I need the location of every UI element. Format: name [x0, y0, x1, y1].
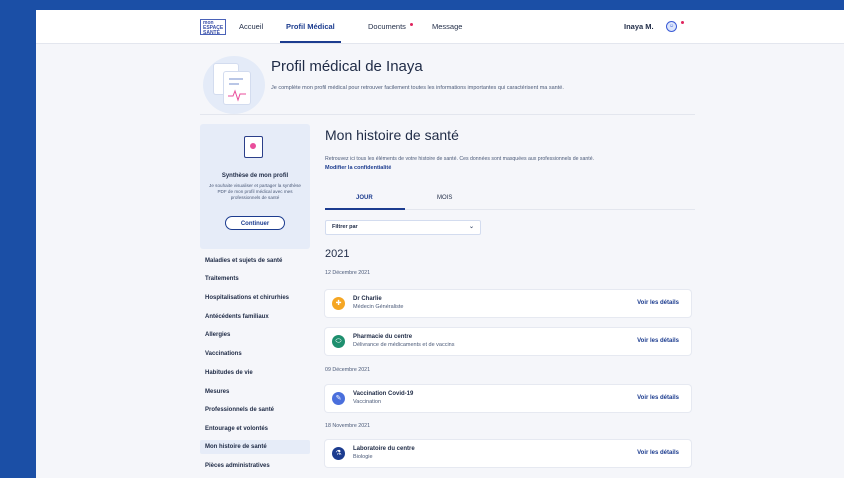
sidebar-item-pieces[interactable]: Pièces administratives	[200, 459, 310, 473]
profile-synthesis-card: Synthèse de mon profil Je souhaite visua…	[200, 124, 310, 249]
event-name: Dr Charlie	[353, 296, 382, 302]
sidebar-item-entourage[interactable]: Entourage et volontés	[200, 422, 310, 436]
top-navigation-bar: mon ESPACE SANTÉ Accueil Profil Médical …	[36, 10, 844, 44]
tab-jour[interactable]: JOUR	[356, 193, 373, 203]
chevron-down-icon: ⌄	[468, 224, 474, 230]
section-description: Retrouvez ici tous les éléments de votre…	[325, 156, 595, 162]
avatar-notification-dot	[681, 21, 684, 24]
syringe-icon: ✎	[332, 392, 345, 405]
history-event-card[interactable]: ⬭ Pharmacie du centre Délivrance de médi…	[325, 328, 691, 355]
sidebar-item-histoire[interactable]: Mon histoire de santé	[200, 440, 310, 454]
history-event-card[interactable]: ✚ Dr Charlie Médecin Généraliste Voir le…	[325, 290, 691, 317]
sidebar-item-traitements[interactable]: Traitements	[200, 272, 310, 286]
synthesis-description: Je souhaite visualiser et partager la sy…	[209, 183, 301, 200]
doctor-icon: ✚	[332, 297, 345, 310]
tab-mois[interactable]: MOIS	[437, 193, 452, 203]
nav-accueil[interactable]: Accueil	[239, 10, 263, 43]
documents-notification-dot	[410, 23, 413, 26]
page-subtitle: Je complète mon profil médical pour retr…	[271, 85, 564, 91]
event-subtitle: Délivrance de médicaments et de vaccins	[353, 342, 455, 348]
nav-message[interactable]: Message	[432, 10, 462, 43]
sidebar-item-allergies[interactable]: Allergies	[200, 328, 310, 342]
view-details-link[interactable]: Voir les détails	[637, 385, 679, 412]
sidebar-item-hospitalisations[interactable]: Hospitalisations et chirurhies	[200, 291, 310, 305]
sidebar-item-professionnels[interactable]: Professionnels de santé	[200, 403, 310, 417]
nav-profil-medical[interactable]: Profil Médical	[280, 10, 341, 43]
history-event-card[interactable]: ⚗ Laboratoire du centre Biologie Voir le…	[325, 440, 691, 467]
mon-espace-sante-logo[interactable]: mon ESPACE SANTÉ	[200, 19, 226, 36]
page-title: Profil médical de Inaya	[271, 58, 423, 75]
avatar-icon[interactable]: ☺	[666, 21, 677, 32]
sidebar-item-mesures[interactable]: Mesures	[200, 385, 310, 399]
user-name[interactable]: Inaya M.	[624, 10, 654, 43]
history-event-card[interactable]: ✎ Vaccination Covid-19 Vaccination Voir …	[325, 385, 691, 412]
document-illustration-icon	[224, 72, 250, 104]
date-label: 18 Novembre 2021	[325, 423, 371, 429]
header-divider	[200, 114, 695, 115]
event-name: Vaccination Covid-19	[353, 391, 414, 397]
synthesis-title: Synthèse de mon profil	[221, 173, 289, 179]
section-title: Mon histoire de santé	[325, 127, 459, 143]
date-label: 12 Décembre 2021	[325, 270, 371, 276]
view-details-link[interactable]: Voir les détails	[637, 440, 679, 467]
flask-icon: ⚗	[332, 447, 345, 460]
event-name: Laboratoire du centre	[353, 446, 415, 452]
event-subtitle: Vaccination	[353, 399, 382, 405]
privacy-link[interactable]: Modifier la confidentialité	[325, 165, 391, 171]
sidebar-item-maladies[interactable]: Maladies et sujets de santé	[200, 254, 310, 268]
nav-documents[interactable]: Documents	[368, 10, 406, 43]
filter-label: Filtrer par	[332, 224, 358, 230]
view-details-link[interactable]: Voir les détails	[637, 290, 679, 317]
event-name: Pharmacie du centre	[353, 334, 413, 340]
pdf-document-icon	[244, 136, 263, 158]
sidebar-item-vaccinations[interactable]: Vaccinations	[200, 347, 310, 361]
sidebar-item-habitudes[interactable]: Habitudes de vie	[200, 366, 310, 380]
pill-icon: ⬭	[332, 335, 345, 348]
view-details-link[interactable]: Voir les détails	[637, 328, 679, 355]
app-window: mon ESPACE SANTÉ Accueil Profil Médical …	[36, 10, 844, 478]
date-label: 09 Décembre 2021	[325, 367, 371, 373]
filter-select[interactable]: Filtrer par ⌄	[325, 220, 481, 235]
event-subtitle: Médecin Généraliste	[353, 304, 404, 310]
active-tab-indicator	[325, 208, 405, 210]
year-heading: 2021	[325, 248, 350, 260]
event-subtitle: Biologie	[353, 454, 373, 460]
heartbeat-icon	[228, 78, 246, 102]
sidebar-item-antecedents[interactable]: Antécédents familiaux	[200, 310, 310, 324]
continue-button[interactable]: Continuer	[225, 216, 285, 230]
